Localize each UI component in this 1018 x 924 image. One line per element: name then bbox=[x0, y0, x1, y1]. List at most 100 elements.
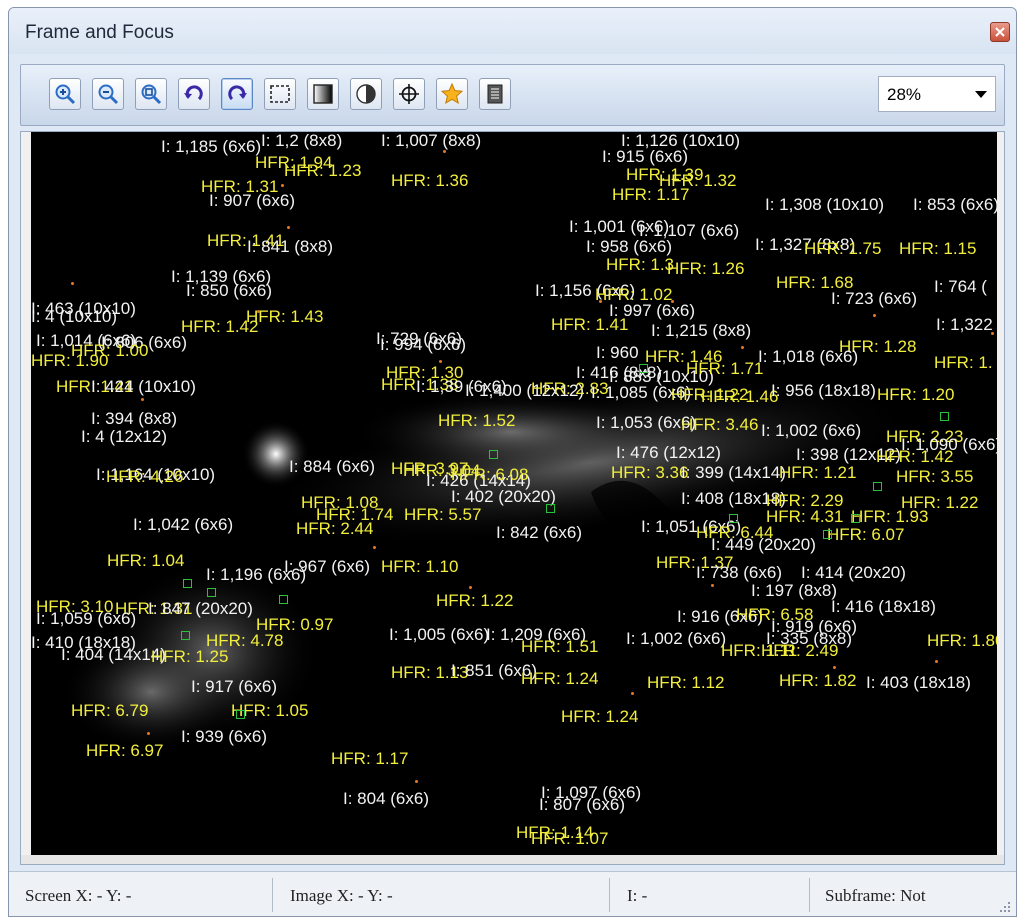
intensity-label: I: 804 (6x6) bbox=[343, 789, 429, 808]
star-detection-box bbox=[183, 579, 192, 588]
hfr-label: HFR: 1.12 bbox=[647, 673, 725, 692]
star-point bbox=[599, 300, 602, 303]
intensity-label: I: 842 (6x6) bbox=[496, 523, 582, 542]
hfr-label: HFR: 1.22 bbox=[671, 385, 749, 404]
intensity-label: I: 723 (6x6) bbox=[831, 289, 917, 308]
intensity-label: I: 1,308 (10x10) bbox=[765, 195, 885, 214]
star-field-image[interactable]: I: 1,185 (6x6) I: 1,2 (8x8) I: 1,007 (8x8)… bbox=[31, 132, 997, 856]
hfr-label: HFR: 1.71 bbox=[686, 359, 764, 378]
intensity-label: I: 403 (18x18) bbox=[866, 673, 971, 692]
intensity-label: I: 1,002 (6x6) bbox=[761, 421, 862, 440]
rotate-left-button[interactable] bbox=[178, 78, 210, 110]
crosshair-button[interactable] bbox=[393, 78, 425, 110]
hfr-label: HFR: 1.75 bbox=[804, 239, 882, 258]
star-detection-box bbox=[279, 595, 288, 604]
hfr-label: HFR: 1.04 bbox=[107, 551, 185, 570]
intensity-label: I: 764 ( bbox=[934, 277, 987, 296]
hfr-label: HFR: 3.55 bbox=[896, 467, 974, 486]
hfr-label: HFR: 6.97 bbox=[86, 741, 164, 760]
intensity-label: I: 394 (8x8) bbox=[91, 409, 177, 428]
star-detection-box bbox=[236, 710, 245, 719]
intensity-label: I: 1,002 (6x6) bbox=[626, 629, 727, 648]
zoom-out-button[interactable] bbox=[92, 78, 124, 110]
status-bar: Screen X: - Y: - Image X: - Y: - I: - Su… bbox=[9, 871, 1016, 916]
star-point bbox=[469, 586, 472, 589]
hfr-label: HFR: 1.42 bbox=[876, 447, 954, 466]
intensity-label: I: 4 (12x12) bbox=[81, 427, 167, 446]
image-viewer[interactable]: I: 1,185 (6x6) I: 1,2 (8x8) I: 1,007 (8x8)… bbox=[20, 131, 1005, 865]
intensity-label: I: 449 (20x20) bbox=[711, 535, 816, 554]
intensity-label: I: 994 (6x6) bbox=[380, 335, 466, 354]
intensity-label: I: 847 (20x20) bbox=[148, 599, 253, 618]
hfr-label: HFR: 1.25 bbox=[151, 647, 229, 666]
stretch-button[interactable] bbox=[307, 78, 339, 110]
zoom-fit-button[interactable] bbox=[135, 78, 167, 110]
intensity-label: I: 416 (18x18) bbox=[831, 597, 936, 616]
fits-header-button[interactable] bbox=[479, 78, 511, 110]
intensity-label: I: 1,185 (6x6) bbox=[161, 137, 262, 156]
star-point bbox=[935, 660, 938, 663]
close-icon bbox=[995, 27, 1005, 37]
star-detection-box bbox=[181, 631, 190, 640]
hfr-label: HFR: 1.24 bbox=[561, 707, 639, 726]
close-button[interactable] bbox=[990, 22, 1010, 42]
intensity-label: I: 807 (6x6) bbox=[539, 795, 625, 814]
rotate-cw-icon bbox=[228, 85, 247, 101]
intensity-label: I: 1,005 (6x6) bbox=[389, 625, 490, 644]
star-point bbox=[373, 546, 376, 549]
star-point bbox=[71, 282, 74, 285]
hfr-label: HFR: 1.23 bbox=[284, 161, 362, 180]
intensity-label: I: 424 (10x10) bbox=[91, 377, 196, 396]
star-point bbox=[443, 150, 446, 153]
hfr-label: HFR: 1.24 bbox=[521, 669, 599, 688]
intensity-label: I: 850 (6x6) bbox=[186, 281, 272, 300]
horizontal-scrollbar[interactable] bbox=[21, 855, 1004, 864]
toolbar: 28% bbox=[20, 64, 1005, 126]
star-detection-box bbox=[207, 588, 216, 597]
zoom-dropdown[interactable]: 28% bbox=[878, 76, 996, 112]
screen-coords: Screen X: - Y: - bbox=[25, 886, 132, 905]
zoom-in-button[interactable] bbox=[49, 78, 81, 110]
intensity-label: I: 1,059 (6x6) bbox=[36, 609, 137, 628]
intensity-label: I: 841 (8x8) bbox=[247, 237, 333, 256]
hfr-label: HFR: 1. bbox=[934, 353, 993, 372]
hfr-label: HFR: 1.17 bbox=[612, 185, 690, 204]
rotate-ccw-icon bbox=[184, 85, 203, 101]
rotate-right-button[interactable] bbox=[221, 78, 253, 110]
hfr-label: HFR: 1.3 bbox=[606, 255, 675, 274]
hfr-label: HFR: 3.46 bbox=[681, 415, 759, 434]
hfr-label: HFR: 1.93 bbox=[851, 507, 929, 526]
status-divider bbox=[609, 878, 610, 912]
chevron-down-icon bbox=[975, 91, 987, 98]
hfr-label: HFR: 1.90 bbox=[31, 351, 109, 370]
hfr-label: HFR: 6.07 bbox=[827, 525, 905, 544]
hfr-label: HFR: 2.44 bbox=[296, 519, 374, 538]
hfr-label: HFR: 1.10 bbox=[381, 557, 459, 576]
intensity-label: I: 907 (6x6) bbox=[209, 191, 295, 210]
star-detection-box bbox=[851, 514, 860, 523]
document-icon bbox=[487, 84, 503, 104]
contrast-button[interactable] bbox=[350, 78, 382, 110]
subframe-button[interactable] bbox=[264, 78, 296, 110]
intensity-label: I: 402 (20x20) bbox=[451, 487, 556, 506]
dashed-rect-icon bbox=[270, 85, 290, 103]
star-point bbox=[257, 310, 260, 313]
star-point bbox=[741, 346, 744, 349]
intensity-label: I: 917 (6x6) bbox=[191, 677, 277, 696]
subframe-status: Subframe: Not bbox=[825, 886, 926, 905]
hfr-label: HFR: 1.15 bbox=[899, 239, 977, 258]
magnifier-fit-icon bbox=[141, 84, 162, 105]
intensity-label: I: 1,007 (8x8) bbox=[381, 132, 482, 150]
star-detection-box bbox=[823, 530, 832, 539]
intensity-label: I: 915 (6x6) bbox=[602, 147, 688, 166]
zoom-value: 28% bbox=[887, 85, 922, 104]
star-detect-button[interactable] bbox=[436, 78, 468, 110]
intensity-label: I: 414 (20x20) bbox=[801, 563, 906, 582]
intensity-label: I: 399 (14x14) bbox=[681, 463, 786, 482]
intensity-label: I: 1,042 (6x6) bbox=[133, 515, 234, 534]
resize-grip-icon[interactable] bbox=[998, 900, 1012, 914]
intensity-label: I: 853 (6x6) bbox=[913, 195, 997, 214]
intensity-label: I: 476 (12x12) bbox=[616, 443, 721, 462]
star-detection-box bbox=[639, 364, 648, 373]
hfr-label: HFR: 1.42 bbox=[181, 317, 259, 336]
